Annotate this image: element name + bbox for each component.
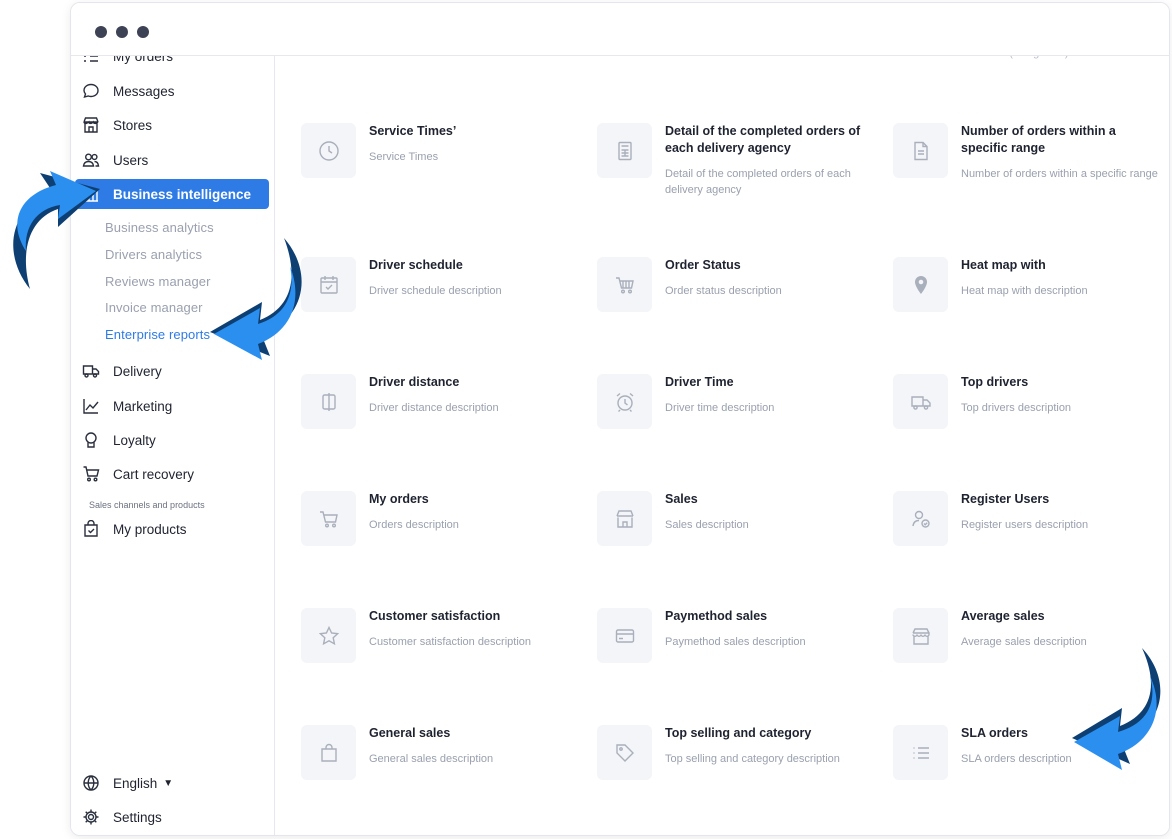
card-description: Sales description: [665, 519, 749, 531]
sidebar-item-cart-recovery[interactable]: Cart recovery: [75, 459, 269, 489]
sidebar-item-my-products[interactable]: My products: [75, 514, 269, 544]
language-label: English: [113, 775, 158, 791]
window-dot-icon: [95, 26, 107, 38]
cart-icon: [301, 491, 356, 546]
sidebar-item-stores[interactable]: Stores: [75, 110, 269, 140]
gear-icon: [81, 807, 101, 827]
card-title: Paymethod sales: [665, 609, 768, 623]
sidebar-item-label: Loyalty: [113, 432, 156, 448]
shopping-bag-icon: [301, 725, 356, 780]
card-description: Driver time description: [665, 402, 775, 414]
card-title: General sales: [369, 726, 451, 740]
card-title: Order Status: [665, 258, 741, 272]
window-dot-icon: [116, 26, 128, 38]
sidebar-subitem-business-analytics[interactable]: Business analytics: [105, 220, 214, 235]
card-title: Register Users: [961, 492, 1050, 506]
sidebar-item-loyalty[interactable]: Loyalty: [75, 425, 269, 455]
sidebar-subitem-drivers-analytics[interactable]: Drivers analytics: [105, 247, 202, 262]
card-description: Detail of the completed orders of each d…: [665, 168, 851, 196]
sidebar-item-label: Delivery: [113, 363, 162, 379]
reports-content: customer customer (Range KM) Service Tim…: [275, 3, 1169, 835]
alarm-clock-icon: [597, 374, 652, 429]
user-check-icon: [893, 491, 948, 546]
card-title: Detail of the completed orders of each d…: [665, 124, 861, 155]
sidebar-item-settings[interactable]: Settings: [75, 802, 269, 832]
document-icon: [893, 123, 948, 178]
curved-arrow-icon: [210, 238, 302, 360]
sidebar-item-label: Business intelligence: [113, 186, 252, 202]
bag-check-icon: [81, 519, 101, 539]
map-pin-icon: [893, 257, 948, 312]
card-title: Heat map with: [961, 258, 1046, 272]
card-description: Customer satisfaction description: [369, 636, 532, 648]
card-title: Sales: [665, 492, 698, 506]
calculator-icon: [597, 123, 652, 178]
sidebar-subitem-reviews-manager[interactable]: Reviews manager: [105, 274, 211, 289]
star-icon: [301, 608, 356, 663]
card-title: Customer satisfaction: [369, 609, 501, 623]
list-icon: [893, 725, 948, 780]
sidebar-item-messages[interactable]: Messages: [75, 76, 269, 106]
app-window: My orders Messages Stores Users Business…: [70, 2, 1170, 836]
store-icon: [597, 491, 652, 546]
shopping-cart-icon: [597, 257, 652, 312]
sidebar-item-label: Stores: [113, 117, 153, 133]
card-title: Service Times’: [369, 124, 457, 138]
storefront-icon: [893, 608, 948, 663]
card-description: Top selling and category description: [665, 753, 840, 765]
award-icon: [81, 430, 101, 450]
sidebar-item-label: Cart recovery: [113, 466, 195, 482]
card-description: Paymethod sales description: [665, 636, 806, 648]
card-title: Number of orders within a specific range: [961, 124, 1116, 155]
card-description: Heat map with description: [961, 285, 1088, 297]
section-label: Sales channels and products: [89, 500, 205, 510]
truck-icon: [81, 361, 101, 381]
card-title: Driver Time: [665, 375, 734, 389]
card-description: Order status description: [665, 285, 782, 297]
card-description: Driver schedule description: [369, 285, 502, 297]
sidebar: My orders Messages Stores Users Business…: [71, 3, 275, 835]
sidebar-item-label: Marketing: [113, 398, 173, 414]
card-description: Number of orders within a specific range: [961, 168, 1158, 180]
sidebar-subitem-enterprise-reports[interactable]: Enterprise reports: [105, 327, 210, 342]
card-title: Top selling and category: [665, 726, 812, 740]
card-title: Driver distance: [369, 375, 460, 389]
credit-card-icon: [597, 608, 652, 663]
sidebar-subitem-invoice-manager[interactable]: Invoice manager: [105, 300, 203, 315]
tag-icon: [597, 725, 652, 780]
card-description: Orders description: [369, 519, 459, 531]
chevron-down-icon: ▼: [163, 777, 174, 789]
window-titlebar: [71, 3, 1169, 56]
card-description: Top drivers description: [961, 402, 1072, 414]
clock-icon: [301, 123, 356, 178]
card-title: Top drivers: [961, 375, 1029, 389]
line-chart-icon: [81, 396, 101, 416]
card-description: Service Times: [369, 151, 439, 163]
truck-icon: [893, 374, 948, 429]
card-title: My orders: [369, 492, 429, 506]
sidebar-item-marketing[interactable]: Marketing: [75, 391, 269, 421]
sidebar-item-label: Messages: [113, 83, 175, 99]
globe-icon: [81, 773, 101, 793]
card-title: Driver schedule: [369, 258, 463, 272]
sidebar-item-label: Users: [113, 152, 149, 168]
card-description: Register users description: [961, 519, 1089, 531]
cart-icon: [81, 464, 101, 484]
sidebar-item-label: Settings: [113, 809, 162, 825]
card-description: General sales description: [369, 753, 494, 765]
store-icon: [81, 115, 101, 135]
curved-arrow-icon: [13, 171, 101, 289]
split-panel-icon: [301, 374, 356, 429]
curved-arrow-icon: [1072, 648, 1161, 770]
language-selector[interactable]: English ▼: [75, 768, 269, 798]
chat-bubble-icon: [81, 81, 101, 101]
card-description: Driver distance description: [369, 402, 499, 414]
sidebar-item-label: My products: [113, 521, 187, 537]
window-dot-icon: [137, 26, 149, 38]
card-title: Average sales: [961, 609, 1045, 623]
